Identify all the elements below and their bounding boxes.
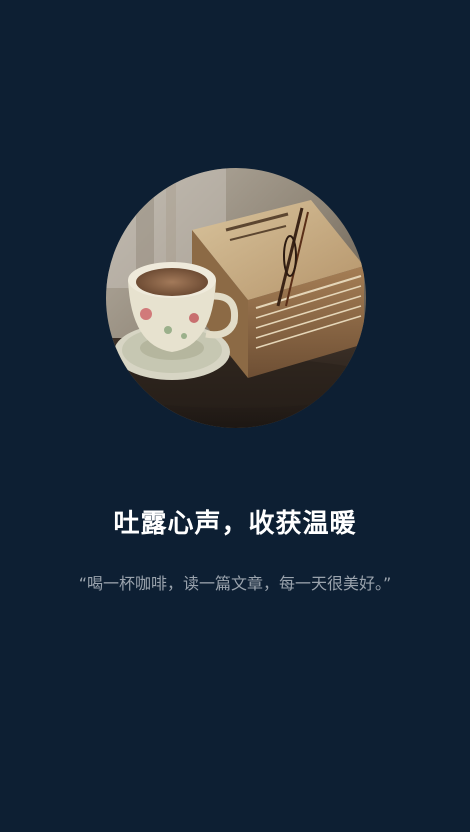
headline: 吐露心声，收获温暖 <box>113 509 357 539</box>
splash-screen: 吐露心声，收获温暖 “喝一杯咖啡，读一篇文章，每一天很美好。” <box>0 0 470 832</box>
hero-image-coffee-book <box>106 168 366 428</box>
tagline-quote: “喝一杯咖啡，读一篇文章，每一天很美好。” <box>78 574 392 593</box>
